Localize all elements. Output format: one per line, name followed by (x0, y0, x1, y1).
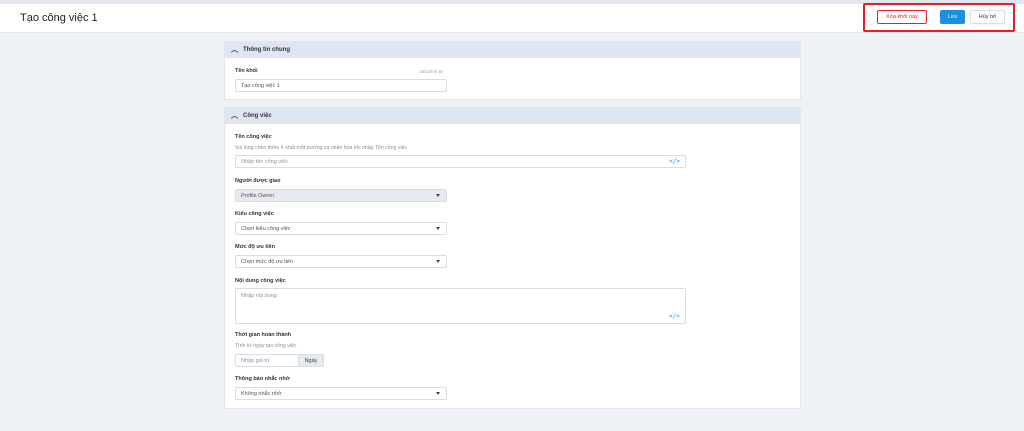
reminder-label: Thông báo nhắc nhở (235, 376, 290, 382)
general-info-header[interactable]: ︿ Thông tin chung (225, 42, 800, 58)
caret-down-icon (436, 227, 440, 230)
code-icon[interactable]: </> (669, 313, 680, 320)
block-name-input[interactable]: Tạo công việc 1 (235, 79, 447, 92)
task-name-input[interactable]: Nhập tên công việc </> (235, 155, 686, 168)
page-title: Tạo công việc 1 (20, 12, 98, 24)
deadline-label: Thời gian hoàn thành (235, 332, 292, 338)
cancel-button[interactable]: Hủy bỏ (970, 10, 1005, 24)
task-type-placeholder: Chọn kiểu công việc (241, 225, 291, 232)
reminder-select[interactable]: Không nhắc nhở (235, 387, 447, 400)
task-name-placeholder: Nhập tên công việc (241, 158, 289, 165)
task-section-title: Công việc (243, 113, 272, 119)
content-label: Nội dung công việc (235, 278, 286, 284)
task-section-header[interactable]: ︿ Công việc (225, 108, 800, 124)
assignee-select[interactable]: Profile Owner (235, 189, 447, 202)
content-textarea[interactable]: Nhập nội dung </> (235, 288, 686, 324)
code-icon[interactable]: </> (669, 158, 680, 165)
assignee-label: Người được giao (235, 178, 281, 184)
assignee-value: Profile Owner (241, 192, 275, 199)
task-name-hint: Vui lòng chèn thêm ít nhất một trường cá… (235, 145, 408, 151)
priority-select[interactable]: Chọn mức độ ưu tiên (235, 255, 447, 268)
deadline-unit: Ngày (299, 354, 324, 367)
caret-down-icon (436, 392, 440, 395)
block-name-counter: 15/128 kí tự (419, 69, 444, 74)
general-info-section: ︿ Thông tin chung Tên khối 15/128 kí tự … (224, 41, 801, 100)
chevron-up-icon[interactable]: ︿ (231, 111, 238, 121)
delete-block-button[interactable]: Xóa khối này (877, 10, 927, 24)
chevron-up-icon[interactable]: ︿ (231, 45, 238, 55)
task-name-label: Tên công việc (235, 134, 272, 140)
reminder-value: Không nhắc nhở (241, 390, 282, 397)
task-type-label: Kiểu công việc (235, 211, 274, 217)
block-name-label: Tên khối (235, 68, 258, 74)
priority-label: Mức độ ưu tiên (235, 244, 276, 250)
caret-down-icon (436, 260, 440, 263)
deadline-hint: Tính từ ngày tạo công việc (235, 343, 297, 349)
task-type-select[interactable]: Chọn kiểu công việc (235, 222, 447, 235)
general-info-title: Thông tin chung (243, 47, 290, 53)
save-button[interactable]: Lưu (940, 10, 965, 24)
deadline-input[interactable]: Nhập giá trị (235, 354, 299, 367)
content-placeholder: Nhập nội dung (241, 293, 277, 299)
caret-down-icon (436, 194, 440, 197)
priority-placeholder: Chọn mức độ ưu tiên (241, 258, 294, 265)
task-section: ︿ Công việc Tên công việc Vui lòng chèn … (224, 107, 801, 409)
